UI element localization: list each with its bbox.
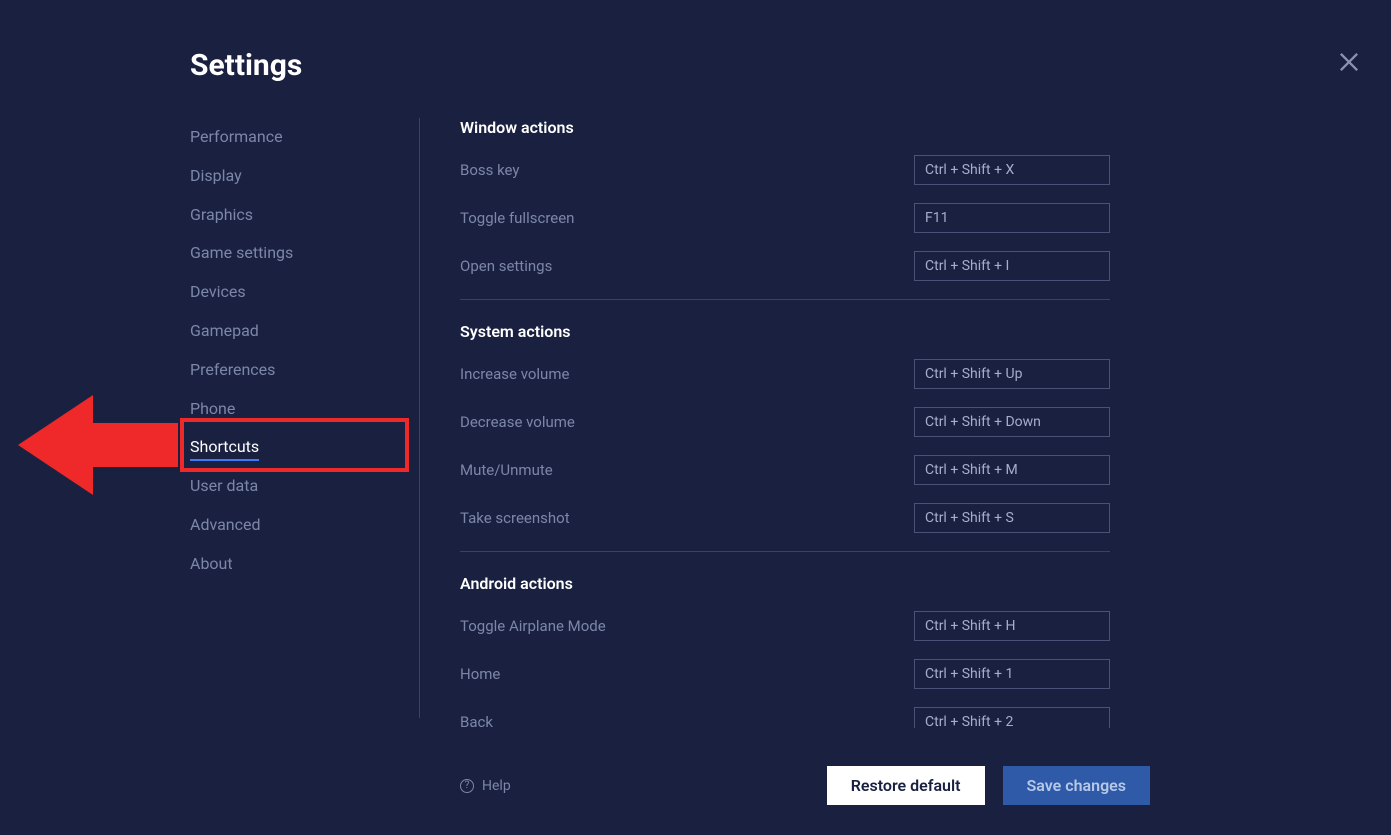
shortcut-input-increase-volume[interactable] (914, 359, 1110, 389)
sidebar-item-user-data[interactable]: User data (190, 467, 419, 506)
section-divider (460, 299, 1110, 300)
sidebar-item-gamepad[interactable]: Gamepad (190, 312, 419, 351)
shortcut-label-increase-volume: Increase volume (460, 365, 569, 383)
sidebar-item-preferences[interactable]: Preferences (190, 351, 419, 390)
sidebar-item-label: Graphics (190, 205, 253, 224)
shortcut-label-boss-key: Boss key (460, 161, 520, 179)
shortcut-row: Boss key (460, 155, 1110, 185)
shortcut-label-toggle-fullscreen: Toggle fullscreen (460, 209, 574, 227)
sidebar-item-display[interactable]: Display (190, 157, 419, 196)
save-changes-button[interactable]: Save changes (1003, 766, 1150, 805)
sidebar-item-graphics[interactable]: Graphics (190, 196, 419, 235)
help-label: Help (482, 778, 511, 794)
help-icon: ? (460, 779, 474, 793)
shortcut-input-take-screenshot[interactable] (914, 503, 1110, 533)
section-title-system-actions: System actions (460, 322, 1110, 341)
sidebar-item-devices[interactable]: Devices (190, 273, 419, 312)
shortcut-input-home[interactable] (914, 659, 1110, 689)
shortcut-row: Back (460, 707, 1110, 728)
section-divider (460, 551, 1110, 552)
footer: ? Help Restore default Save changes (460, 766, 1150, 805)
sidebar-item-label: Shortcuts (190, 437, 259, 461)
close-button[interactable] (1335, 48, 1363, 76)
sidebar-item-label: Performance (190, 127, 283, 146)
section-title-window-actions: Window actions (460, 118, 1110, 137)
sidebar-item-label: Game settings (190, 243, 293, 262)
shortcut-label-home: Home (460, 665, 500, 683)
shortcut-input-toggle-fullscreen[interactable] (914, 203, 1110, 233)
section-title-android-actions: Android actions (460, 574, 1110, 593)
sidebar-item-shortcuts[interactable]: Shortcuts (190, 428, 419, 467)
sidebar-item-label: Advanced (190, 515, 261, 534)
content-panel: Window actions Boss key Toggle fullscree… (460, 118, 1110, 728)
shortcut-label-open-settings: Open settings (460, 257, 552, 275)
shortcut-label-decrease-volume: Decrease volume (460, 413, 575, 431)
shortcut-input-boss-key[interactable] (914, 155, 1110, 185)
shortcut-row: Take screenshot (460, 503, 1110, 533)
sidebar-item-label: About (190, 554, 233, 573)
sidebar-item-label: Display (190, 166, 242, 185)
sidebar: Performance Display Graphics Game settin… (190, 118, 420, 718)
shortcut-row: Increase volume (460, 359, 1110, 389)
shortcut-row: Decrease volume (460, 407, 1110, 437)
shortcut-label-back: Back (460, 713, 493, 728)
shortcut-row: Home (460, 659, 1110, 689)
help-link[interactable]: ? Help (460, 778, 511, 794)
sidebar-item-label: Gamepad (190, 321, 259, 340)
sidebar-item-about[interactable]: About (190, 545, 419, 584)
shortcut-input-back[interactable] (914, 707, 1110, 728)
sidebar-item-label: Preferences (190, 360, 275, 379)
restore-default-button[interactable]: Restore default (827, 766, 985, 805)
sidebar-item-advanced[interactable]: Advanced (190, 506, 419, 545)
shortcut-label-take-screenshot: Take screenshot (460, 509, 570, 527)
shortcut-label-airplane-mode: Toggle Airplane Mode (460, 617, 606, 635)
sidebar-item-performance[interactable]: Performance (190, 118, 419, 157)
shortcut-row: Toggle Airplane Mode (460, 611, 1110, 641)
shortcut-input-decrease-volume[interactable] (914, 407, 1110, 437)
footer-buttons: Restore default Save changes (827, 766, 1150, 805)
shortcut-row: Toggle fullscreen (460, 203, 1110, 233)
sidebar-item-game-settings[interactable]: Game settings (190, 234, 419, 273)
sidebar-item-label: Devices (190, 282, 246, 301)
sidebar-item-phone[interactable]: Phone (190, 390, 419, 429)
shortcut-row: Mute/Unmute (460, 455, 1110, 485)
shortcut-row: Open settings (460, 251, 1110, 281)
shortcut-input-open-settings[interactable] (914, 251, 1110, 281)
shortcut-input-airplane-mode[interactable] (914, 611, 1110, 641)
annotation-arrow-icon (18, 395, 178, 495)
shortcut-label-mute-unmute: Mute/Unmute (460, 461, 553, 479)
page-title: Settings (190, 48, 302, 83)
shortcut-input-mute-unmute[interactable] (914, 455, 1110, 485)
close-icon (1335, 48, 1363, 76)
sidebar-item-label: User data (190, 476, 258, 495)
sidebar-item-label: Phone (190, 399, 235, 418)
